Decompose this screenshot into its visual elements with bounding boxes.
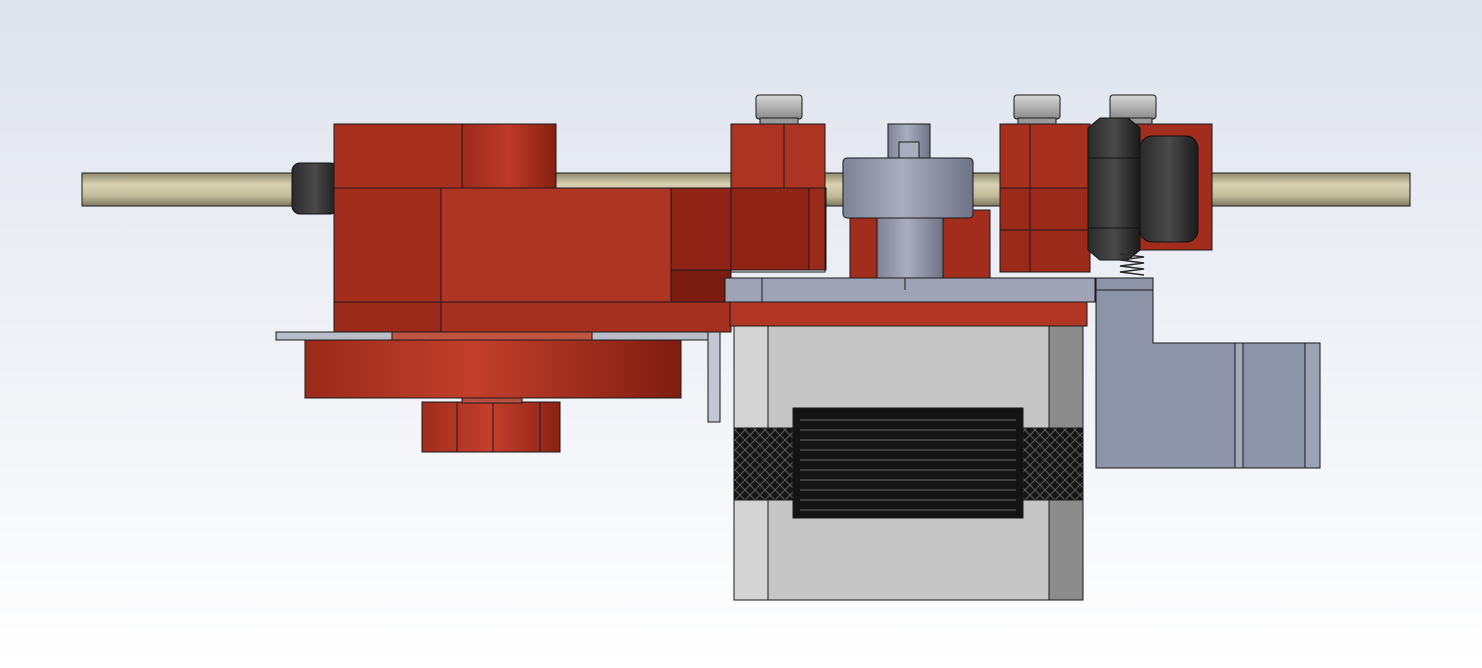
red-thumb-knob <box>421 397 561 453</box>
rod-end-cap <box>291 162 339 215</box>
motor-top-plate <box>724 277 1096 327</box>
red-lower-gear-disc <box>304 331 682 399</box>
assembly-drawing <box>0 0 1482 668</box>
cad-viewport[interactable] <box>0 0 1482 668</box>
motor-label-sticker <box>792 407 1024 519</box>
